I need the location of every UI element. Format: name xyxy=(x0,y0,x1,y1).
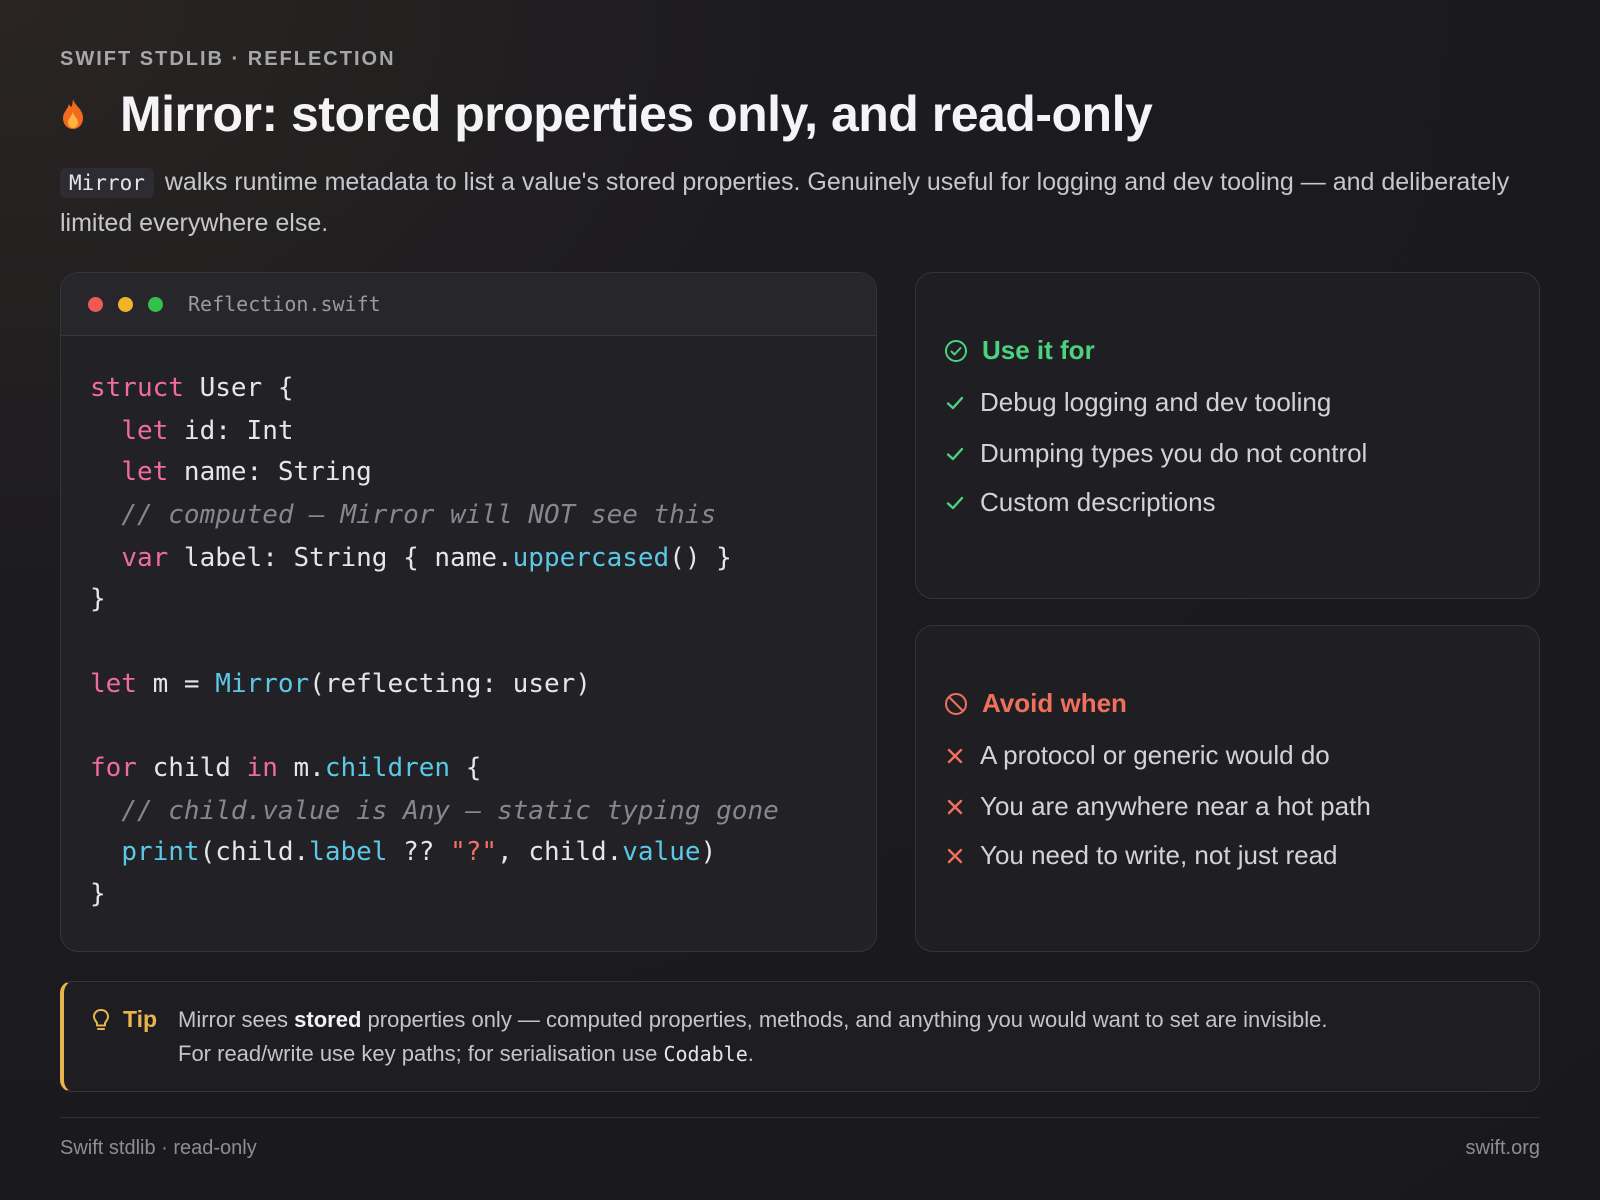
checkmark-icon xyxy=(944,444,966,464)
checkmark-icon xyxy=(944,493,966,513)
page: SWIFT STDLIB · REFLECTION Mirror: stored… xyxy=(60,0,1540,1200)
code-window-titlebar: Reflection.swift xyxy=(61,273,876,336)
checkmark-icon xyxy=(944,393,966,413)
code-line: let name: String xyxy=(121,457,372,487)
lead-text: walks runtime metadata to list a value's… xyxy=(60,168,1510,237)
footer-link[interactable]: swift.org xyxy=(1466,1137,1540,1160)
code-line: print(child.label ?? "?", child.value) xyxy=(121,837,717,867)
title-row: Mirror: stored properties only, and read… xyxy=(60,84,1153,144)
cross-icon xyxy=(944,798,966,816)
code-filename: Reflection.swift xyxy=(188,292,381,316)
list-item: A protocol or generic would do xyxy=(944,740,1330,771)
code-line: let id: Int xyxy=(121,416,294,446)
page-title: Mirror: stored properties only, and read… xyxy=(120,86,1153,142)
use-it-for-title: Use it for xyxy=(982,335,1095,365)
list-item-label: Dumping types you do not control xyxy=(980,438,1368,468)
avoid-when-card: Avoid when A protocol or generic would d… xyxy=(915,625,1540,952)
code-line: for child in m.children { xyxy=(90,753,482,783)
code-line: // computed — Mirror will NOT see this xyxy=(121,500,717,530)
list-item-label: Custom descriptions xyxy=(980,487,1216,517)
minimize-dot-icon xyxy=(118,296,133,312)
footer-left: Swift stdlib · read-only xyxy=(60,1137,257,1159)
cross-icon xyxy=(944,747,966,765)
eyebrow: SWIFT STDLIB · REFLECTION xyxy=(60,48,396,70)
code-line: var label: String { name.uppercased() } xyxy=(121,543,732,573)
code-line: } xyxy=(90,879,106,909)
lightbulb-icon xyxy=(92,1008,110,1039)
tip-text: Mirror sees stored properties only — com… xyxy=(178,1003,1528,1071)
prohibited-icon xyxy=(945,692,967,715)
inline-code-mirror: Mirror xyxy=(60,168,154,198)
use-it-for-heading: Use it for xyxy=(944,335,1095,366)
tip-text-part: properties only — computed properties, m… xyxy=(367,1007,1328,1032)
use-it-for-card: Use it for Debug logging and dev tooling… xyxy=(915,272,1540,599)
list-item-label: You are anywhere near a hot path xyxy=(980,791,1371,821)
tip-text-part: . xyxy=(747,1041,754,1066)
footer-divider xyxy=(60,1117,1540,1118)
inline-code-codable: Codable xyxy=(663,1042,748,1066)
flame-icon xyxy=(60,84,104,144)
list-item: You need to write, not just read xyxy=(944,840,1338,871)
tip-text-part: For read/write use key paths; for serial… xyxy=(178,1041,658,1066)
list-item: Custom descriptions xyxy=(944,487,1216,518)
code-line: let m = Mirror(reflecting: user) xyxy=(90,669,591,699)
maximize-dot-icon xyxy=(148,296,163,312)
avoid-when-heading: Avoid when xyxy=(944,688,1127,719)
code-line: } xyxy=(90,584,106,614)
tip-label: Tip xyxy=(123,1006,158,1032)
code-line: struct User { xyxy=(90,373,294,403)
check-circle-icon xyxy=(945,339,967,362)
close-dot-icon xyxy=(88,296,103,312)
tip-text-bold: stored xyxy=(294,1007,362,1032)
list-item-label: A protocol or generic would do xyxy=(980,740,1330,770)
list-item: Dumping types you do not control xyxy=(944,438,1367,469)
tip-callout: Tip Mirror sees stored properties only —… xyxy=(60,981,1540,1092)
cross-icon xyxy=(944,847,966,865)
list-item: You are anywhere near a hot path xyxy=(944,791,1371,822)
list-item-label: You need to write, not just read xyxy=(980,840,1338,870)
tip-text-part: Mirror sees xyxy=(178,1007,289,1032)
code-line: // child.value is Any — static typing go… xyxy=(121,796,779,826)
code-window: Reflection.swift struct User { let id: I… xyxy=(60,272,877,952)
list-item: Debug logging and dev tooling xyxy=(944,387,1331,418)
list-item-label: Debug logging and dev tooling xyxy=(980,387,1332,417)
lead-paragraph: Mirror walks runtime metadata to list a … xyxy=(60,162,1540,243)
avoid-when-title: Avoid when xyxy=(982,688,1127,718)
